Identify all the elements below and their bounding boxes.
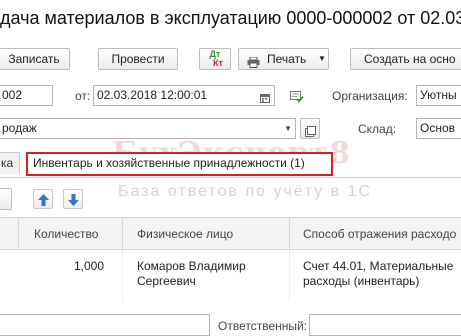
document-number-field[interactable]: 002 bbox=[0, 85, 53, 106]
move-up-button[interactable] bbox=[33, 189, 53, 209]
date-label: от: bbox=[75, 89, 91, 103]
table-row[interactable]: 1,000 Комаров Владимир Сергеевич Счет 44… bbox=[0, 250, 461, 302]
tab-materials-label: ка bbox=[1, 156, 14, 170]
print-button[interactable]: Печать ▼ bbox=[238, 48, 329, 70]
dt-kt-button[interactable]: Дт Кт bbox=[199, 48, 231, 70]
cell-quantity: 1,000 bbox=[73, 259, 104, 273]
document-history-icon[interactable] bbox=[290, 90, 304, 103]
cell-method-line2: расходы (инвентарь) bbox=[303, 274, 420, 288]
cell-person-line1: Комаров Владимир bbox=[137, 259, 246, 273]
column-header-person[interactable]: Физическое лицо bbox=[137, 226, 233, 242]
organization-field[interactable]: Уютны bbox=[416, 85, 461, 106]
column-divider bbox=[122, 250, 123, 302]
create-based-on-label: Создать на осно bbox=[364, 52, 456, 66]
tab-inventory-label: Инвентарь и хозяйственные принадлежности… bbox=[33, 156, 305, 170]
column-header-quantity[interactable]: Количество bbox=[34, 226, 98, 242]
responsible-label: Ответственный: bbox=[218, 319, 308, 333]
operation-value: родаж bbox=[2, 121, 37, 135]
organization-label: Организация: bbox=[332, 89, 408, 103]
document-title: дача материалов в эксплуатацию 0000-0000… bbox=[0, 8, 461, 28]
table-header: Количество Физическое лицо Способ отраже… bbox=[0, 218, 461, 250]
post-button[interactable]: Провести bbox=[98, 48, 178, 70]
date-value: 02.03.2018 12:00:01 bbox=[97, 88, 208, 102]
column-divider bbox=[289, 218, 290, 249]
calendar-icon[interactable] bbox=[260, 90, 270, 103]
arrow-down-icon bbox=[68, 193, 79, 211]
column-divider bbox=[289, 250, 290, 302]
record-button[interactable]: Записать bbox=[0, 48, 70, 70]
add-row-button[interactable] bbox=[0, 188, 12, 210]
column-divider bbox=[122, 218, 123, 249]
record-button-label: Записать bbox=[8, 52, 60, 66]
column-header-method[interactable]: Способ отражения расходо bbox=[303, 226, 456, 242]
column-divider bbox=[18, 218, 19, 249]
arrow-up-icon bbox=[38, 193, 49, 211]
tab-materials[interactable]: ка bbox=[0, 152, 20, 174]
tab-inventory[interactable]: Инвентарь и хозяйственные принадлежности… bbox=[26, 152, 333, 176]
post-button-label: Провести bbox=[111, 52, 165, 66]
cell-person-line2: Сергеевич bbox=[137, 274, 196, 288]
chevron-down-icon: ▼ bbox=[318, 54, 326, 63]
kt-icon-label: Кт bbox=[213, 58, 223, 68]
move-down-button[interactable] bbox=[63, 189, 83, 209]
dt-kt-icon: Дт Кт bbox=[207, 50, 223, 68]
organization-value: Уютны bbox=[420, 88, 457, 102]
document-number-value: 002 bbox=[2, 88, 23, 102]
warehouse-label: Склад: bbox=[358, 122, 397, 136]
watermark-subtitle: База ответов по учёту в 1С bbox=[118, 183, 373, 200]
warehouse-field[interactable]: Основ bbox=[416, 118, 461, 139]
inventory-table: Количество Физическое лицо Способ отраже… bbox=[0, 217, 461, 314]
cell-method-line1: Счет 44.01, Материальные bbox=[303, 259, 454, 273]
comment-field[interactable] bbox=[0, 314, 210, 336]
warehouse-value: Основ bbox=[420, 121, 456, 135]
date-field[interactable]: 02.03.2018 12:00:01 bbox=[93, 85, 275, 106]
print-button-label: Печать bbox=[267, 52, 307, 66]
printer-icon bbox=[247, 54, 260, 68]
create-based-on-button[interactable]: Создать на осно bbox=[350, 48, 461, 70]
responsible-field[interactable] bbox=[309, 314, 461, 336]
open-link-icon bbox=[305, 123, 316, 137]
